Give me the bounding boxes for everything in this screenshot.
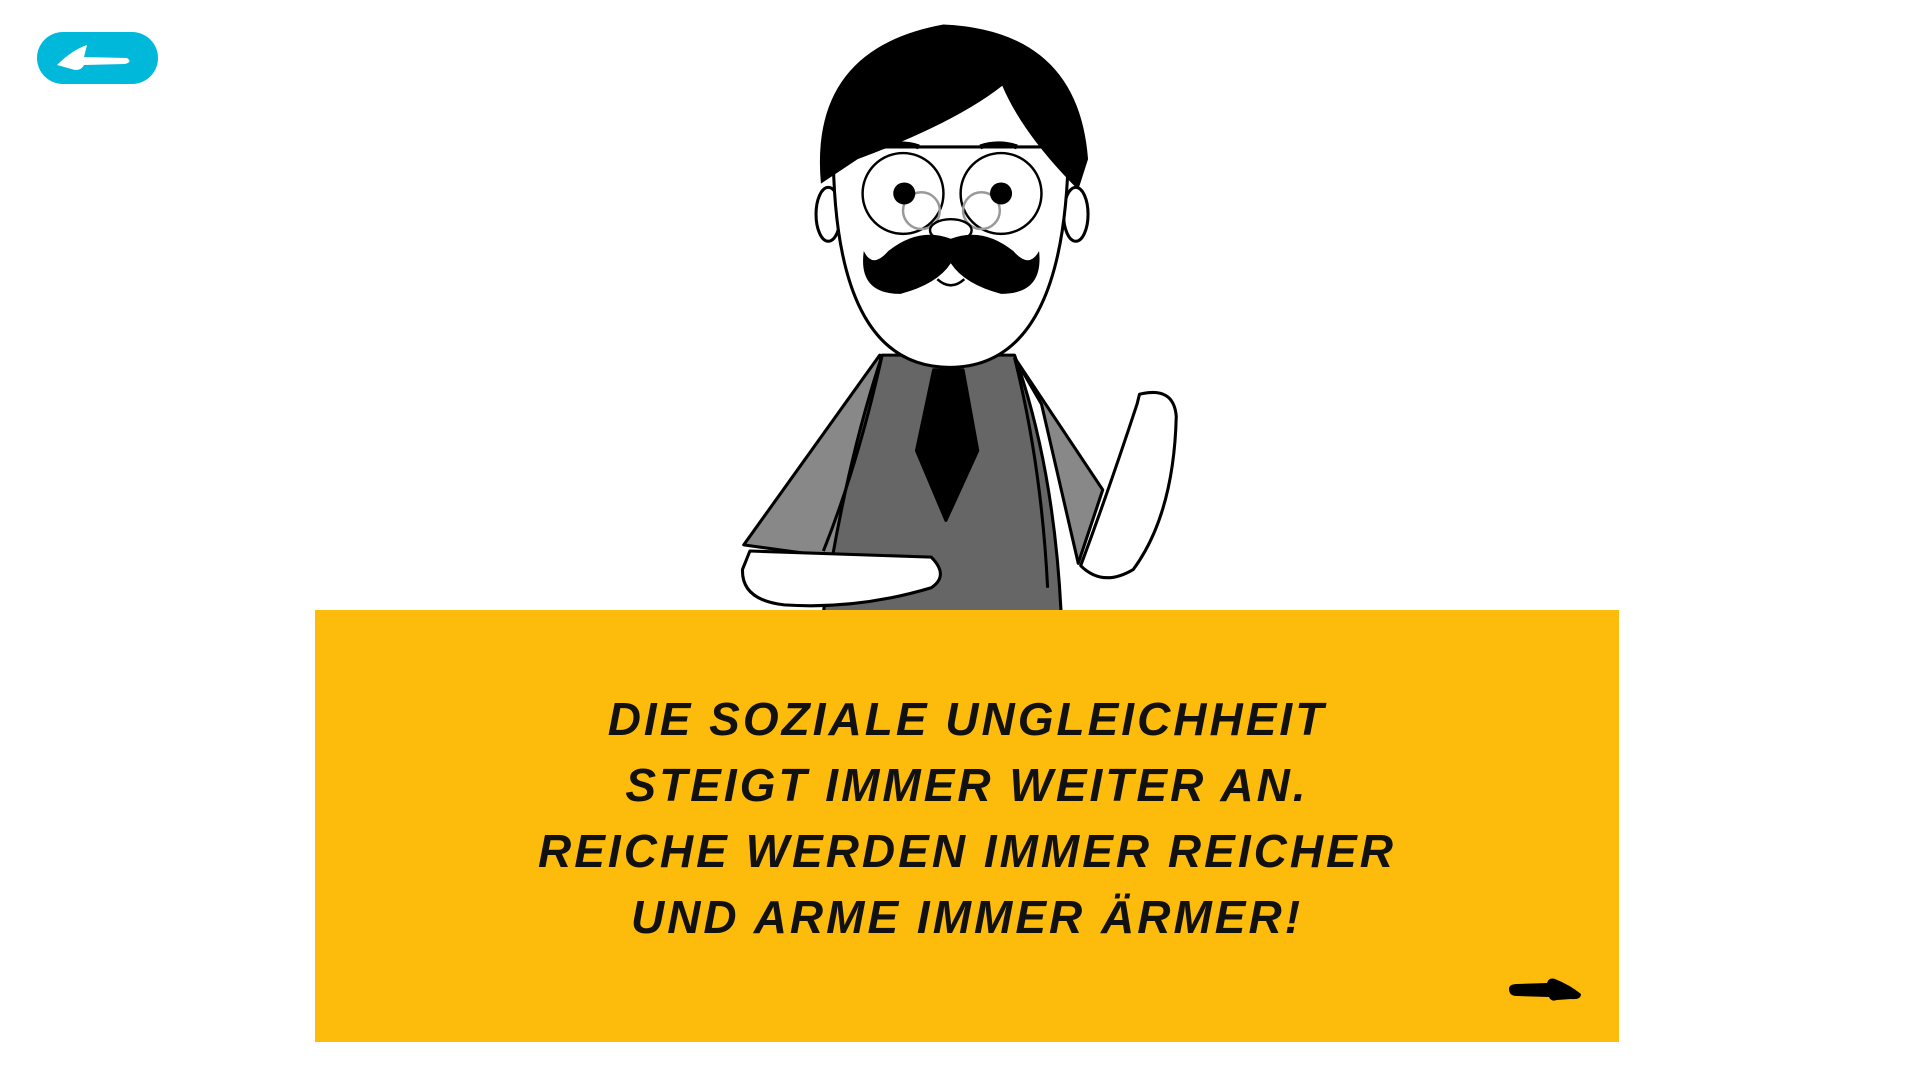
next-button[interactable] bbox=[1505, 972, 1595, 1022]
arrow-left-icon bbox=[57, 45, 130, 70]
message-line: Die soziale Ungleichheit bbox=[607, 693, 1327, 745]
arrow-right-icon bbox=[1509, 978, 1581, 1001]
message-line: und Arme immer ärmer! bbox=[630, 891, 1304, 943]
message-text: Die soziale Ungleichheit steigt immer we… bbox=[315, 686, 1619, 950]
back-button[interactable] bbox=[37, 32, 158, 84]
message-line: steigt immer weiter an. bbox=[625, 759, 1309, 811]
message-panel: Die soziale Ungleichheit steigt immer we… bbox=[315, 610, 1619, 1042]
message-line: Reiche werden immer reicher bbox=[538, 825, 1396, 877]
